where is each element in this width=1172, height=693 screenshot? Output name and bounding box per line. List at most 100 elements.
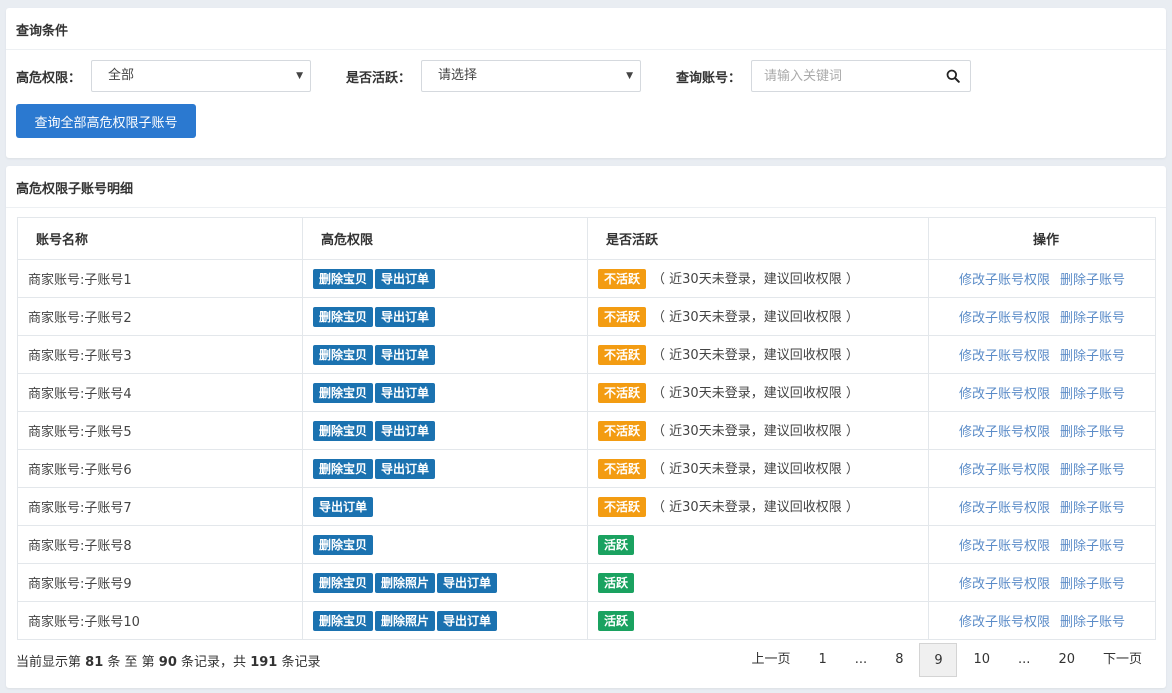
delete-subaccount-link[interactable]: 删除子账号	[1060, 387, 1125, 402]
account-name-cell: 商家账号:子账号10	[17, 601, 303, 640]
delete-subaccount-link[interactable]: 删除子账号	[1060, 311, 1125, 326]
summary-text: 条 至 第	[107, 655, 155, 670]
permission-badge: 删除宝贝	[313, 420, 374, 441]
pagination-ellipsis: ...	[1018, 652, 1031, 667]
inactive-note: （ 近30天未登录，建议回收权限 ）	[652, 424, 859, 439]
edit-permission-link[interactable]: 修改子账号权限	[959, 463, 1050, 478]
active-status-cell: 不活跃 （ 近30天未登录，建议回收权限 ）	[587, 373, 929, 412]
edit-permission-link[interactable]: 修改子账号权限	[959, 387, 1050, 402]
delete-subaccount-link[interactable]: 删除子账号	[1060, 463, 1125, 478]
permission-badge: 删除照片	[375, 572, 436, 593]
account-name-cell: 商家账号:子账号1	[17, 259, 303, 298]
prev-page-button[interactable]: 上一页	[740, 643, 803, 677]
pagination-ellipsis: ...	[854, 652, 868, 667]
active-select[interactable]: 请选择 ▼	[421, 60, 641, 92]
subaccount-table: 账号名称 高危权限 是否活跃 操作 商家账号:子账号1 删除宝贝 导出订单 不活跃（ …	[17, 217, 1156, 640]
actions-cell: 修改子账号权限 删除子账号	[928, 373, 1156, 412]
permission-badge: 导出订单	[375, 458, 436, 479]
record-summary: 当前显示第 81 条 至 第 90 条记录，共 191 条记录	[16, 651, 320, 670]
permissions-cell: 删除宝贝 删除照片 导出订单	[302, 601, 588, 640]
risk-select[interactable]: 全部 ▼	[91, 60, 311, 92]
status-badge: 不活跃	[598, 345, 647, 365]
col-header-active: 是否活跃	[587, 217, 929, 260]
active-status-cell: 不活跃 （ 近30天未登录，建议回收权限 ）	[587, 487, 929, 526]
status-badge: 不活跃	[598, 269, 647, 289]
delete-subaccount-link[interactable]: 删除子账号	[1060, 501, 1125, 516]
edit-permission-link[interactable]: 修改子账号权限	[959, 501, 1050, 516]
permission-badge: 导出订单	[313, 496, 374, 517]
permission-badge: 删除宝贝	[313, 458, 374, 479]
active-select-value: 请选择	[438, 68, 478, 83]
query-panel-title: 查询条件	[16, 24, 69, 39]
account-label: 查询账号：	[676, 71, 742, 86]
actions-cell: 修改子账号权限 删除子账号	[928, 601, 1156, 640]
edit-permission-link[interactable]: 修改子账号权限	[959, 577, 1050, 592]
summary-total: 191	[250, 655, 278, 670]
edit-permission-link[interactable]: 修改子账号权限	[959, 615, 1050, 630]
active-status-cell: 活跃	[587, 601, 929, 640]
permission-badge: 删除宝贝	[313, 382, 374, 403]
permission-badge: 删除宝贝	[313, 344, 374, 365]
delete-subaccount-link[interactable]: 删除子账号	[1060, 615, 1125, 630]
delete-subaccount-link[interactable]: 删除子账号	[1060, 539, 1125, 554]
page-button-1[interactable]: 1	[807, 643, 839, 677]
edit-permission-link[interactable]: 修改子账号权限	[959, 311, 1050, 326]
divider	[6, 207, 1166, 208]
active-status-cell: 活跃	[587, 525, 929, 564]
edit-permission-link[interactable]: 修改子账号权限	[959, 273, 1050, 288]
delete-subaccount-link[interactable]: 删除子账号	[1060, 349, 1125, 364]
permissions-cell: 删除宝贝	[302, 525, 588, 564]
permissions-cell: 删除宝贝 删除照片 导出订单	[302, 563, 588, 602]
edit-permission-link[interactable]: 修改子账号权限	[959, 425, 1050, 440]
summary-text: 当前显示第	[16, 655, 82, 670]
edit-permission-link[interactable]: 修改子账号权限	[959, 349, 1050, 364]
inactive-note: （ 近30天未登录，建议回收权限 ）	[652, 272, 859, 287]
permission-badge: 导出订单	[375, 382, 436, 403]
actions-cell: 修改子账号权限 删除子账号	[928, 411, 1156, 450]
next-page-button[interactable]: 下一页	[1091, 643, 1154, 677]
page-button-10[interactable]: 10	[961, 643, 1002, 677]
permission-badge: 导出订单	[375, 420, 436, 441]
page-button-8[interactable]: 8	[883, 643, 915, 677]
status-badge: 活跃	[598, 534, 635, 555]
page-button-9[interactable]: 9	[919, 643, 958, 677]
account-search-input[interactable]	[752, 61, 932, 91]
delete-subaccount-link[interactable]: 删除子账号	[1060, 273, 1125, 288]
active-status-cell: 不活跃 （ 近30天未登录，建议回收权限 ）	[587, 259, 929, 298]
edit-permission-link[interactable]: 修改子账号权限	[959, 539, 1050, 554]
actions-cell: 修改子账号权限 删除子账号	[928, 563, 1156, 602]
page-button-20[interactable]: 20	[1046, 643, 1087, 677]
pagination: 上一页 1... 8 9 10... 20 下一页	[736, 642, 1155, 678]
table-row: 商家账号:子账号7 导出订单 不活跃 （ 近30天未登录，建议回收权限 ） 修改子账号权…	[17, 487, 1156, 526]
actions-cell: 修改子账号权限 删除子账号	[928, 335, 1156, 374]
account-search-box	[751, 60, 971, 92]
status-badge: 活跃	[598, 610, 635, 631]
table-row: 商家账号:子账号1 删除宝贝 导出订单 不活跃（ 近30天未登录，建议回收权限 ）修改…	[17, 259, 1156, 298]
account-name-cell: 商家账号:子账号8	[17, 525, 303, 564]
account-name-cell: 商家账号:子账号9	[17, 563, 303, 602]
delete-subaccount-link[interactable]: 删除子账号	[1060, 577, 1125, 592]
permission-badge: 导出订单	[375, 344, 436, 365]
table-row: 商家账号:子账号8 删除宝贝 活跃 修改子账号权限 删除子账号	[17, 525, 1156, 564]
inactive-note: （ 近30天未登录，建议回收权限 ）	[652, 310, 859, 325]
account-name-cell: 商家账号:子账号5	[17, 411, 303, 450]
active-status-cell: 不活跃 （ 近30天未登录，建议回收权限 ）	[587, 335, 929, 374]
permission-badge: 删除宝贝	[313, 306, 374, 327]
table-row: 商家账号:子账号4 删除宝贝 导出订单 不活跃（ 近30天未登录，建议回收权限 ）修改…	[17, 373, 1156, 412]
risk-label: 高危权限：	[16, 71, 82, 86]
permission-badge: 删除宝贝	[313, 268, 374, 289]
active-status-cell: 活跃	[587, 563, 929, 602]
query-all-button[interactable]: 查询全部高危权限子账号	[16, 104, 196, 138]
permissions-cell: 删除宝贝 导出订单	[302, 449, 588, 488]
table-row: 商家账号:子账号5 删除宝贝 导出订单 不活跃（ 近30天未登录，建议回收权限 ）修改…	[17, 411, 1156, 450]
account-name-cell: 商家账号:子账号2	[17, 297, 303, 336]
search-icon[interactable]	[946, 69, 960, 83]
caret-down-icon: ▼	[626, 71, 633, 81]
table-row: 商家账号:子账号6 删除宝贝 导出订单 不活跃（ 近30天未登录，建议回收权限 ）修改…	[17, 449, 1156, 488]
account-name-cell: 商家账号:子账号3	[17, 335, 303, 374]
inactive-note: （ 近30天未登录，建议回收权限 ）	[652, 348, 859, 363]
permission-badge: 删除宝贝	[313, 610, 374, 631]
caret-down-icon: ▼	[296, 71, 303, 81]
delete-subaccount-link[interactable]: 删除子账号	[1060, 425, 1125, 440]
inactive-note: （ 近30天未登录，建议回收权限 ）	[652, 462, 859, 477]
